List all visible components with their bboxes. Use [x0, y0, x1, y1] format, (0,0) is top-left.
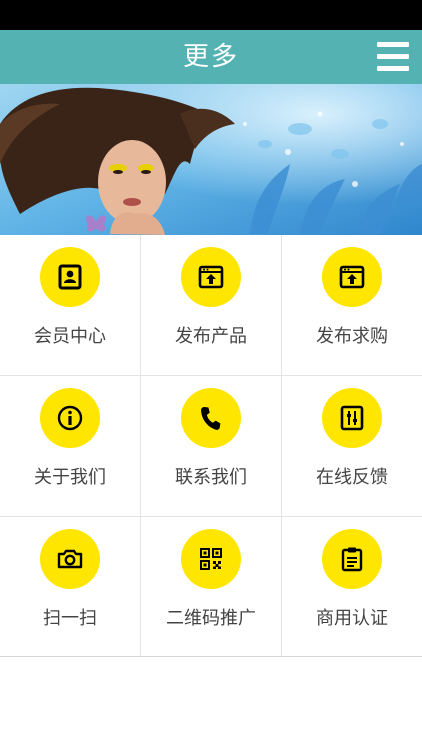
phone-icon [181, 388, 241, 448]
grid-item-contact-us[interactable]: 联系我们 [141, 376, 281, 516]
member-card-icon [40, 247, 100, 307]
grid-item-publish-product[interactable]: 发布产品 [141, 235, 281, 375]
feature-grid: 会员中心 发布产品 发布求购 关于我们 联系我们 在线反馈 扫一扫 二维码推广 … [0, 235, 422, 657]
hamburger-menu-icon[interactable] [376, 40, 410, 74]
banner-image[interactable] [0, 84, 422, 235]
grid-item-about-us[interactable]: 关于我们 [0, 376, 140, 516]
grid-item-label: 二维码推广 [166, 608, 256, 629]
grid-item-label: 联系我们 [175, 467, 247, 488]
grid-item-publish-request[interactable]: 发布求购 [282, 235, 422, 375]
grid-item-scan[interactable]: 扫一扫 [0, 517, 140, 657]
page-title: 更多 [182, 42, 239, 72]
camera-icon [40, 529, 100, 589]
upload-window-icon [181, 247, 241, 307]
grid-item-member-center[interactable]: 会员中心 [0, 235, 140, 375]
grid-item-label: 发布产品 [175, 326, 247, 347]
upload-window-icon [322, 247, 382, 307]
header: 更多 [0, 30, 422, 84]
qr-code-icon [181, 529, 241, 589]
grid-item-label: 发布求购 [316, 326, 388, 347]
grid-item-online-feedback[interactable]: 在线反馈 [282, 376, 422, 516]
grid-item-commercial-certification[interactable]: 商用认证 [282, 517, 422, 657]
grid-item-qr-promotion[interactable]: 二维码推广 [141, 517, 281, 657]
info-circle-icon [40, 388, 100, 448]
grid-item-label: 商用认证 [316, 608, 388, 629]
sliders-icon [322, 388, 382, 448]
grid-item-label: 关于我们 [34, 467, 106, 488]
clipboard-icon [322, 529, 382, 589]
grid-item-label: 扫一扫 [43, 608, 97, 629]
grid-item-label: 会员中心 [34, 326, 106, 347]
grid-item-label: 在线反馈 [316, 467, 388, 488]
status-bar [0, 0, 422, 30]
